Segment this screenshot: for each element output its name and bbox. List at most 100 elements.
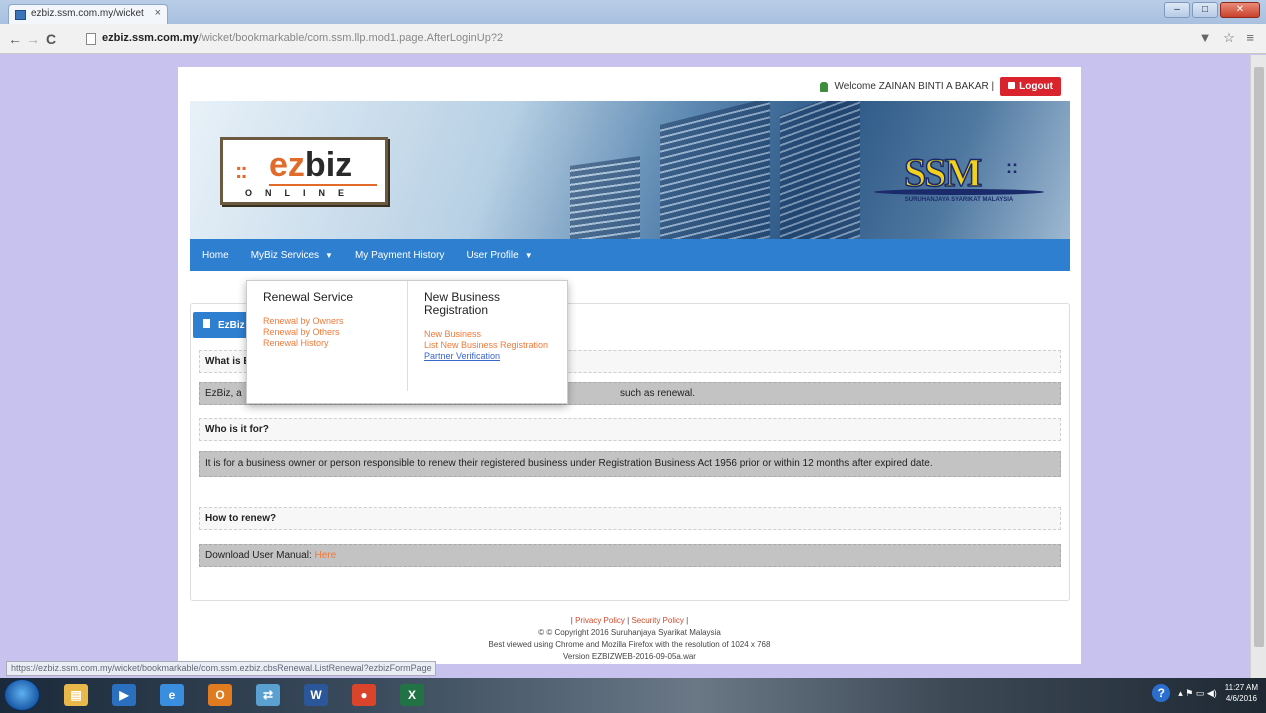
partner-verification-link[interactable]: Partner Verification bbox=[424, 351, 557, 362]
favicon-icon bbox=[15, 10, 26, 20]
url-host: ezbiz.ssm.com.my bbox=[102, 32, 199, 44]
explorer-glyph: ▤ bbox=[64, 684, 88, 706]
renewal-by-owners-link[interactable]: Renewal by Owners bbox=[263, 316, 403, 327]
bookmark-icon bbox=[203, 319, 210, 328]
ssm-logo: SSM :: SURUHANJAYA SYARIKAT MALAYSIA bbox=[874, 149, 1044, 215]
tab-close-icon[interactable]: × bbox=[155, 7, 161, 19]
faq-question: Who is it for? bbox=[199, 418, 1061, 441]
logout-label: Logout bbox=[1019, 81, 1053, 92]
clock-time: 11:27 AM bbox=[1224, 683, 1258, 692]
tray-icons[interactable]: ▴ ⚑ ▭ ◀) bbox=[1178, 688, 1217, 699]
nav-payment-history[interactable]: My Payment History bbox=[355, 250, 444, 261]
renewal-history-link[interactable]: Renewal History bbox=[263, 338, 403, 349]
logo-underline bbox=[269, 184, 377, 186]
page-scrollbar[interactable] bbox=[1250, 55, 1266, 678]
copyright: © © Copyright 2016 Suruhanjaya Syarikat … bbox=[538, 628, 721, 637]
user-icon bbox=[820, 81, 829, 92]
taskbar-media-icon[interactable]: ▶ bbox=[102, 681, 146, 709]
new-business-title: New Business Registration bbox=[424, 290, 501, 317]
footer-separator: | bbox=[686, 616, 689, 625]
address-bar[interactable]: ezbiz.ssm.com.my/wicket/bookmarkable/com… bbox=[84, 28, 1184, 50]
faq-question: How to renew? bbox=[199, 507, 1061, 530]
faq-answer-start: EzBiz, a bbox=[205, 388, 242, 399]
faq-answer: Download User Manual: Here bbox=[199, 544, 1061, 567]
nav-profile-label: User Profile bbox=[466, 249, 519, 261]
caret-down-icon: ▼ bbox=[524, 250, 533, 260]
footer-links: | Privacy Policy | Security Policy | bbox=[178, 615, 1081, 627]
logo-wordmark: ezbiz bbox=[269, 146, 352, 185]
taskbar-network-icon[interactable]: ⇄ bbox=[246, 681, 290, 709]
taskbar-excel-icon[interactable]: X bbox=[390, 681, 434, 709]
panel-heading-label: EzBiz bbox=[218, 320, 245, 331]
manual-download-link[interactable]: Here bbox=[315, 550, 337, 561]
taskbar-ie-icon[interactable]: e bbox=[150, 681, 194, 709]
renewal-title: Renewal Service bbox=[263, 290, 354, 304]
taskbar-chrome-icon[interactable]: ● bbox=[342, 681, 386, 709]
taskbar-word-icon[interactable]: W bbox=[294, 681, 338, 709]
renewal-by-others-link[interactable]: Renewal by Others bbox=[263, 327, 403, 338]
taskbar-explorer-icon[interactable]: ▤ bbox=[54, 681, 98, 709]
minimize-button[interactable]: – bbox=[1164, 2, 1190, 18]
services-dropdown: Renewal Service Renewal by Owners Renewa… bbox=[246, 280, 568, 404]
building-image bbox=[660, 101, 770, 241]
back-button[interactable]: ← bbox=[8, 31, 22, 47]
footer: | Privacy Policy | Security Policy | © ©… bbox=[178, 615, 1081, 663]
welcome-text: Welcome ZAINAN BINTI A BAKAR | bbox=[834, 81, 995, 92]
url-path: /wicket/bookmarkable/com.ssm.llp.mod1.pa… bbox=[198, 32, 504, 44]
viewport: Welcome ZAINAN BINTI A BAKAR | Logout ::… bbox=[0, 55, 1266, 678]
status-url: https://ezbiz.ssm.com.my/wicket/bookmark… bbox=[6, 661, 436, 676]
caret-down-icon: ▼ bbox=[325, 250, 333, 260]
best-viewed: Best viewed using Chrome and Mozilla Fir… bbox=[488, 640, 771, 649]
clock[interactable]: 11:27 AM 4/6/2016 bbox=[1225, 682, 1258, 704]
browser-toolbar: ← → C ezbiz.ssm.com.my/wicket/bookmarkab… bbox=[0, 24, 1266, 54]
taskbar: ▤ ▶ e O ⇄ W ● X ? ▴ ⚑ ▭ ◀) 11:27 AM 4/6/2016 bbox=[0, 678, 1266, 713]
start-button[interactable] bbox=[4, 679, 40, 711]
scroll-thumb[interactable] bbox=[1254, 67, 1264, 647]
reload-button[interactable]: C bbox=[46, 31, 56, 47]
logo-online: ONLINE bbox=[245, 188, 358, 198]
nav-services-label: MyBiz Services bbox=[250, 249, 320, 261]
nav-payment-label: My Payment History bbox=[354, 249, 445, 261]
media-glyph: ▶ bbox=[112, 684, 136, 706]
help-icon[interactable]: ? bbox=[1152, 684, 1171, 702]
lock-icon bbox=[1008, 82, 1016, 89]
welcome-bar: Welcome ZAINAN BINTI A BAKAR | Logout bbox=[820, 77, 1061, 96]
nav-user-profile[interactable]: User Profile ▼ bbox=[466, 250, 532, 261]
window-controls: – □ ✕ bbox=[1164, 2, 1260, 18]
faq-answer: It is for a business owner or person res… bbox=[199, 451, 1061, 477]
excel-glyph: X bbox=[400, 684, 424, 706]
toolbar-icons[interactable]: ▼ ☆ ≡ bbox=[1199, 30, 1258, 46]
list-new-business-link[interactable]: List New Business Registration bbox=[424, 340, 557, 351]
browser-tab[interactable]: ezbiz.ssm.com.my/wicket × bbox=[8, 4, 168, 24]
browser-tab-bar: ezbiz.ssm.com.my/wicket × – □ ✕ bbox=[0, 0, 1266, 24]
new-business-link[interactable]: New Business bbox=[424, 329, 557, 340]
logo-ez: ez bbox=[269, 146, 305, 184]
system-tray: ? ▴ ⚑ ▭ ◀) 11:27 AM 4/6/2016 bbox=[1152, 682, 1258, 704]
tab-title: ezbiz.ssm.com.my/wicket bbox=[31, 8, 144, 19]
privacy-policy-link[interactable]: Privacy Policy bbox=[575, 616, 625, 625]
outlook-glyph: O bbox=[208, 684, 232, 706]
chrome-glyph: ● bbox=[352, 684, 376, 706]
taskbar-outlook-icon[interactable]: O bbox=[198, 681, 242, 709]
logout-button[interactable]: Logout bbox=[1000, 77, 1061, 96]
close-window-button[interactable]: ✕ bbox=[1220, 2, 1260, 18]
logo-biz: biz bbox=[304, 146, 353, 184]
nav-home[interactable]: Home bbox=[202, 250, 229, 261]
ezbiz-logo[interactable]: :: ezbiz ONLINE bbox=[220, 137, 388, 205]
clock-date: 4/6/2016 bbox=[1225, 694, 1257, 703]
ie-glyph: e bbox=[160, 684, 184, 706]
ssm-dots: :: bbox=[1006, 157, 1018, 177]
manual-text: Download User Manual: bbox=[205, 550, 312, 561]
forward-button[interactable]: → bbox=[26, 31, 40, 47]
building-image bbox=[780, 101, 860, 241]
ssm-subtitle: SURUHANJAYA SYARIKAT MALAYSIA bbox=[904, 197, 1014, 203]
security-policy-link[interactable]: Security Policy bbox=[631, 616, 683, 625]
faq-answer-end: such as renewal. bbox=[620, 388, 696, 399]
nav-mybiz-services[interactable]: MyBiz Services ▼ bbox=[251, 250, 333, 261]
maximize-button[interactable]: □ bbox=[1192, 2, 1218, 18]
main-nav: Home MyBiz Services ▼ My Payment History … bbox=[190, 239, 1070, 271]
network-glyph: ⇄ bbox=[256, 684, 280, 706]
header-banner: :: ezbiz ONLINE SSM :: SURUHANJAYA SYARI… bbox=[190, 101, 1070, 241]
building-image bbox=[570, 156, 640, 241]
new-business-column: New Business Registration New Business L… bbox=[407, 281, 557, 391]
